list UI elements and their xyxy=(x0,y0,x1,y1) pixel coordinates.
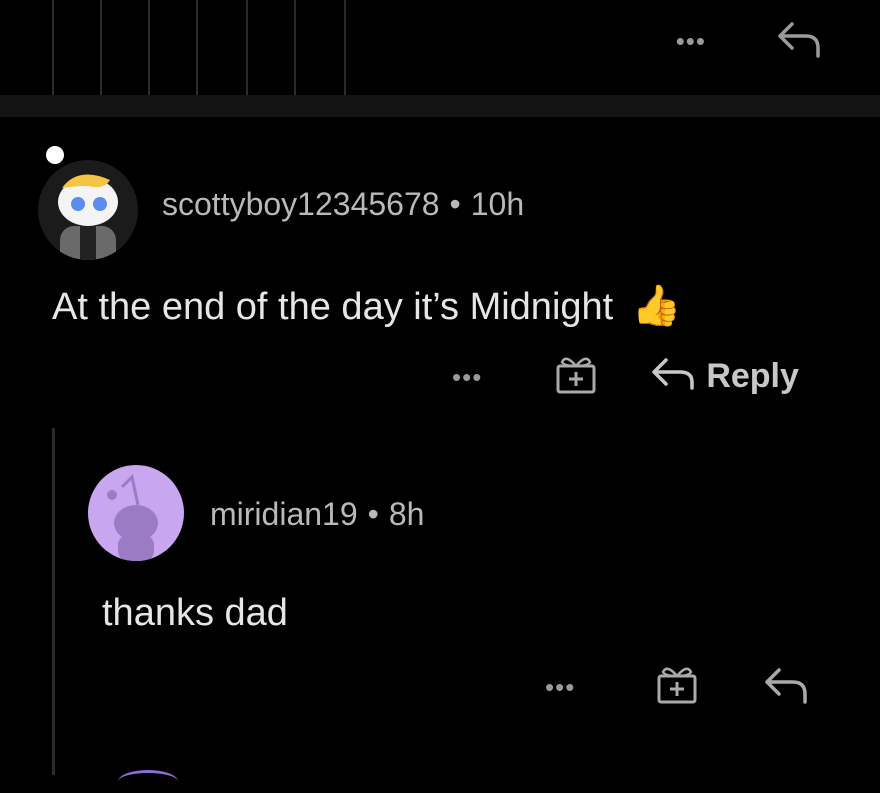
thumbs-up-emoji: 👍 xyxy=(631,284,682,328)
avatar-status-dot xyxy=(46,146,64,164)
top-actions: ••• xyxy=(676,18,822,63)
comment-header: miridian19 • 8h xyxy=(210,496,424,533)
reply-label: Reply xyxy=(706,357,799,395)
section-divider xyxy=(0,95,880,117)
reply-arrow-icon[interactable] xyxy=(774,18,822,63)
thread-depth-lines xyxy=(0,0,360,95)
next-avatar-edge xyxy=(118,770,178,793)
separator: • xyxy=(449,186,461,222)
reply-arrow-icon[interactable] xyxy=(761,664,809,709)
timestamp: 8h xyxy=(388,496,425,532)
comment-body: At the end of the day it’s Midnight 👍 xyxy=(52,282,682,329)
reply-button[interactable]: Reply xyxy=(650,354,799,399)
more-options-button[interactable]: ••• xyxy=(545,674,575,700)
comment-text: At the end of the day it’s Midnight xyxy=(52,286,614,328)
comment-actions: ••• Reply xyxy=(452,352,799,401)
separator: • xyxy=(367,496,379,532)
timestamp: 10h xyxy=(470,186,525,222)
award-gift-icon[interactable] xyxy=(552,352,600,401)
username[interactable]: miridian19 xyxy=(210,496,358,533)
more-options-button[interactable]: ••• xyxy=(676,28,706,54)
thread-line xyxy=(52,428,55,775)
comment-header: scottyboy12345678 • 10h xyxy=(162,186,524,223)
award-gift-icon[interactable] xyxy=(653,662,701,711)
avatar[interactable] xyxy=(88,465,184,561)
comment-text: thanks dad xyxy=(102,592,288,634)
more-options-button[interactable]: ••• xyxy=(452,364,482,390)
reply-arrow-icon xyxy=(650,354,696,399)
comment-actions: ••• xyxy=(545,662,809,711)
comment-body: thanks dad xyxy=(102,592,288,635)
username[interactable]: scottyboy12345678 xyxy=(162,186,440,223)
avatar[interactable] xyxy=(38,160,138,260)
